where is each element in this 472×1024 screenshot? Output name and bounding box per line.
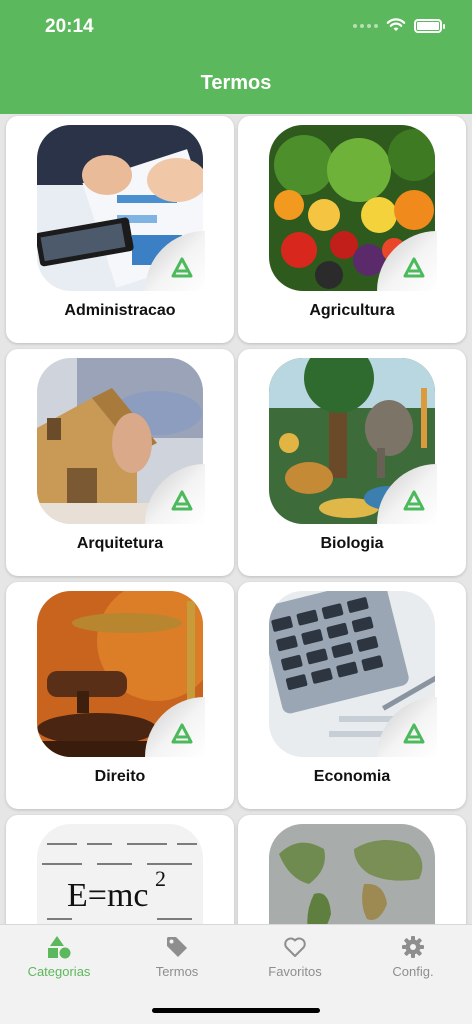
category-card-formulas[interactable]: E=mc 2 <box>6 815 234 924</box>
tab-label: Categorias <box>27 964 91 979</box>
tag-icon <box>167 937 187 957</box>
category-label: Direito <box>94 768 146 785</box>
category-label: Biologia <box>320 535 384 552</box>
app-logo-icon <box>403 723 425 744</box>
category-card-economia[interactable]: Economia <box>238 582 466 809</box>
status-icons <box>353 18 445 33</box>
tab-label: Favoritos <box>268 964 322 979</box>
app-logo-icon <box>403 257 425 278</box>
formulas-image: E=mc 2 <box>37 824 203 924</box>
svg-text:2: 2 <box>155 866 166 891</box>
tab-label: Termos <box>155 964 199 979</box>
app-logo-icon <box>171 723 193 744</box>
battery-icon <box>414 18 445 33</box>
tab-label: Config. <box>392 964 434 979</box>
category-label: Administracao <box>64 302 176 319</box>
category-card-geografia[interactable] <box>238 815 466 924</box>
category-card-biologia[interactable]: Biologia <box>238 349 466 576</box>
tab-config[interactable]: Config. <box>354 935 472 979</box>
tab-favoritos[interactable]: Favoritos <box>236 935 354 979</box>
tab-termos[interactable]: Termos <box>118 935 236 979</box>
heart-icon <box>284 937 306 957</box>
category-card-direito[interactable]: Direito <box>6 582 234 809</box>
app-logo-icon <box>171 257 193 278</box>
status-time: 20:14 <box>45 16 94 37</box>
tab-categorias[interactable]: Categorias <box>0 935 118 979</box>
wifi-icon <box>386 18 406 31</box>
app-header: 20:14 Termos <box>0 0 472 114</box>
svg-text:E=mc: E=mc <box>67 877 148 914</box>
category-card-arquitetura[interactable]: Arquitetura <box>6 349 234 576</box>
page-title: Termos <box>200 72 272 94</box>
category-label: Economia <box>313 768 391 785</box>
shapes-icon <box>48 936 71 959</box>
app-logo-icon <box>403 490 425 511</box>
category-label: Arquitetura <box>76 535 164 552</box>
signal-dots-icon <box>353 23 378 28</box>
gear-icon <box>402 936 424 958</box>
app-logo-icon <box>171 490 193 511</box>
category-card-administracao[interactable]: Administracao <box>6 116 234 343</box>
category-label: Agricultura <box>309 302 395 319</box>
home-indicator <box>152 1008 320 1013</box>
category-card-agricultura[interactable]: Agricultura <box>238 116 466 343</box>
category-grid[interactable]: Administracao Agricultura Arquitetura Bi… <box>0 114 472 924</box>
world-map-image <box>269 824 435 924</box>
